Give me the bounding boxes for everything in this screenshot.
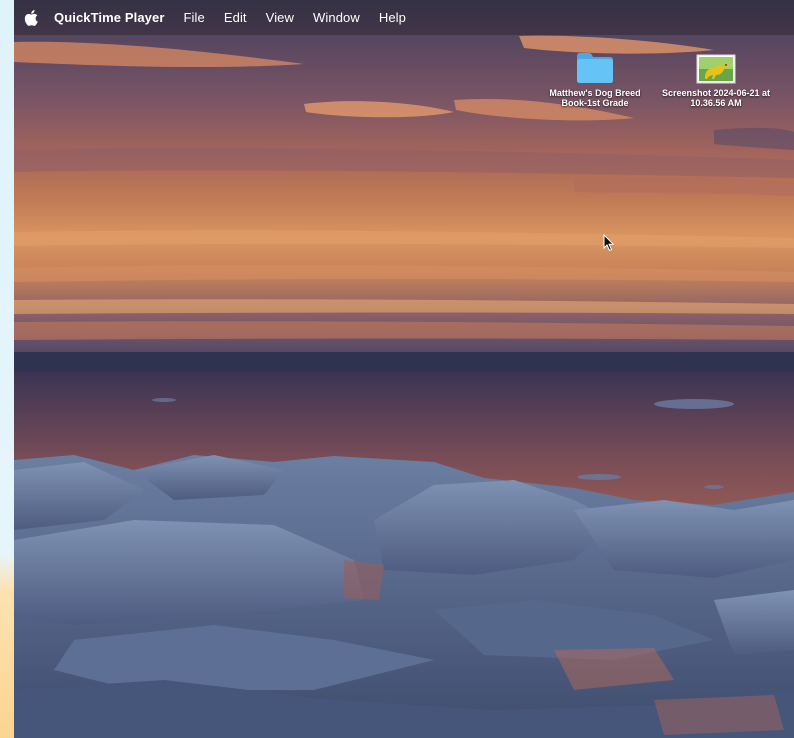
apple-icon[interactable] [24,9,38,26]
image-file-icon [696,54,736,84]
desktop-item-folder[interactable]: Matthew's Dog Breed Book-1st Grade [535,40,655,108]
desktop-item-label: Matthew's Dog Breed Book-1st Grade [549,88,641,108]
menu-edit[interactable]: Edit [224,10,247,25]
menu-view[interactable]: View [266,10,294,25]
menu-file[interactable]: File [183,10,204,25]
desktop[interactable]: QuickTime Player File Edit View Window H… [14,0,794,738]
mouse-pointer-icon [603,234,615,252]
menu-bar: QuickTime Player File Edit View Window H… [14,0,794,35]
menu-window[interactable]: Window [313,10,360,25]
folder-icon [577,53,613,83]
desktop-wallpaper [14,0,794,738]
menu-help[interactable]: Help [379,10,406,25]
menu-app-name[interactable]: QuickTime Player [54,10,164,25]
desktop-item-screenshot[interactable]: Screenshot 2024-06-21 at 10.36.56 AM [656,40,776,108]
background-window-edge [0,0,14,738]
desktop-item-label: Screenshot 2024-06-21 at 10.36.56 AM [661,88,771,108]
